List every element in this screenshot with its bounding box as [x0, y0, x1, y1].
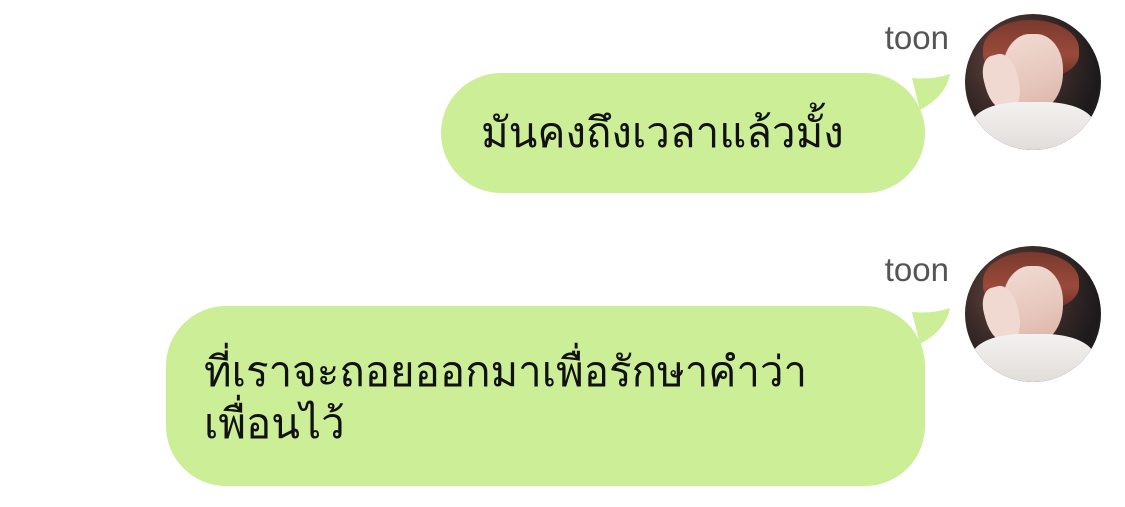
sender-name: toon: [884, 251, 949, 288]
message-bubble[interactable]: มันคงถึงเวลาแล้วมั้ง: [441, 73, 925, 193]
message-text: ที่เราจะถอยออกมาเพื่อรักษาคำว่า เพื่อนไว…: [204, 347, 808, 448]
avatar[interactable]: [965, 246, 1101, 382]
message-text: มันคงถึงเวลาแล้วมั้ง: [481, 108, 844, 157]
chat-message: toon ที่เราจะถอยออกมาเพื่อรักษาคำว่า เพื…: [0, 230, 1125, 507]
avatar-shirt: [971, 334, 1095, 382]
message-bubble[interactable]: ที่เราจะถอยออกมาเพื่อรักษาคำว่า เพื่อนไว…: [166, 306, 925, 486]
chat-message: toon มันคงถึงเวลาแล้วมั้ง: [0, 0, 1125, 220]
avatar[interactable]: [965, 14, 1101, 150]
sender-name: toon: [884, 19, 949, 56]
avatar-shirt: [971, 102, 1095, 150]
